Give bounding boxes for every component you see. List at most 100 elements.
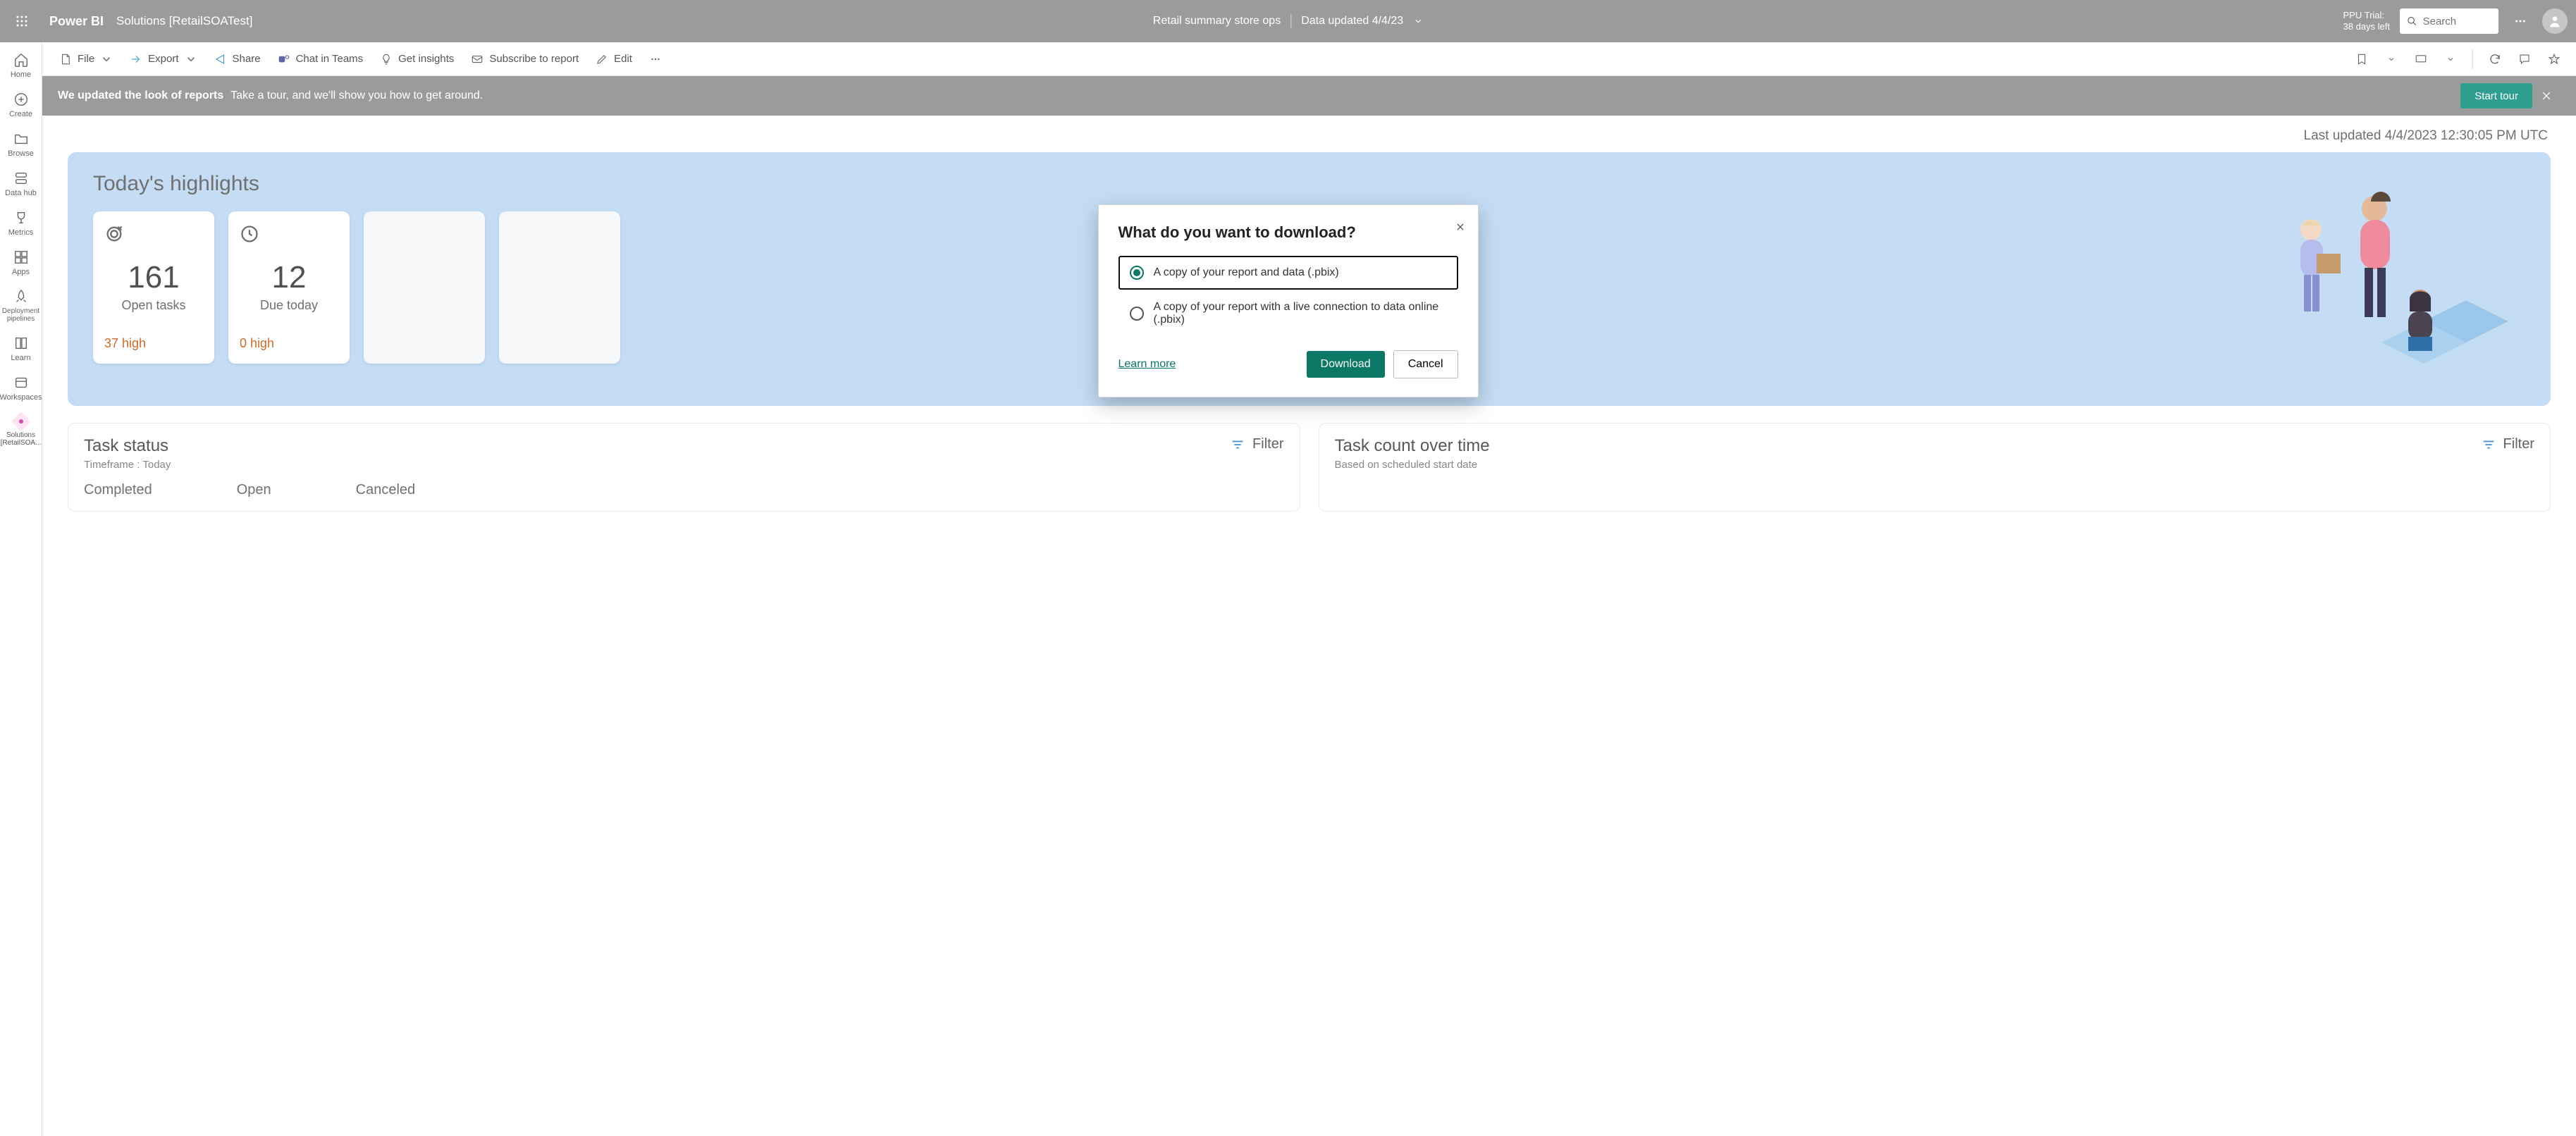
trial-status[interactable]: PPU Trial: 38 days left (2343, 10, 2391, 32)
nav-datahub[interactable]: Data hub (1, 166, 41, 203)
nav-learn[interactable]: Learn (1, 331, 41, 368)
card-placeholder (364, 211, 485, 364)
view-chevron[interactable] (2439, 47, 2463, 71)
label: File (78, 53, 94, 65)
trial-line1: PPU Trial: (2343, 10, 2391, 21)
status-col: Open (237, 482, 271, 498)
app-launcher-button[interactable] (8, 8, 35, 35)
refresh-button[interactable] (2483, 47, 2507, 71)
download-button[interactable]: Download (1307, 351, 1385, 378)
nav-apps[interactable]: Apps (1, 245, 41, 282)
trophy-icon (13, 210, 29, 226)
card-placeholder (499, 211, 620, 364)
create-icon (13, 92, 29, 107)
target-icon (104, 224, 203, 247)
modal-close-button[interactable] (1455, 222, 1465, 235)
view-button[interactable] (2409, 47, 2433, 71)
filter-button[interactable]: Filter (1230, 436, 1283, 452)
label: Export (148, 53, 178, 65)
topbar-right: PPU Trial: 38 days left (2343, 8, 2568, 34)
nav-label: Metrics (8, 228, 33, 237)
radio-label: A copy of your report and data (.pbix) (1154, 266, 1339, 279)
filter-label: Filter (2503, 436, 2534, 452)
task-status-panel: Task status Timeframe : Today Filter Com… (68, 423, 1300, 512)
status-col: Canceled (356, 482, 416, 498)
nav-browse[interactable]: Browse (1, 127, 41, 163)
learn-more-link[interactable]: Learn more (1118, 358, 1176, 371)
subscribe-button[interactable]: Subscribe to report (464, 49, 586, 70)
more-options-button[interactable] (2508, 9, 2532, 33)
tour-banner: We updated the look of reports Take a to… (42, 76, 2576, 116)
user-avatar[interactable] (2542, 8, 2568, 34)
nav-label: Learn (11, 354, 30, 362)
folder-icon (13, 131, 29, 147)
chevron-down-icon[interactable] (1413, 16, 1423, 26)
nav-label: Workspaces (0, 393, 42, 402)
nav-label: Home (11, 70, 31, 79)
workspace-breadcrumb[interactable]: Solutions [RetailSOATest] (116, 14, 252, 28)
ellipsis-icon (649, 53, 662, 66)
edit-button[interactable]: Edit (588, 49, 639, 70)
bookmark-button[interactable] (2350, 47, 2374, 71)
bookmark-chevron[interactable] (2379, 47, 2403, 71)
get-insights-button[interactable]: Get insights (373, 49, 461, 70)
lightbulb-icon (380, 53, 393, 66)
radio-option-live-connection[interactable]: A copy of your report with a live connec… (1118, 291, 1458, 336)
file-icon (59, 53, 72, 66)
separator (2472, 49, 2473, 69)
radio-icon (1130, 307, 1144, 321)
favorite-button[interactable] (2542, 47, 2566, 71)
file-menu[interactable]: File (52, 49, 120, 70)
label: Share (233, 53, 261, 65)
card-open-tasks[interactable]: 161 Open tasks 37 high (93, 211, 214, 364)
export-menu[interactable]: Export (123, 49, 204, 70)
teams-icon (278, 53, 290, 66)
data-updated-label[interactable]: Data updated 4/4/23 (1301, 15, 1403, 27)
topbar-center: Retail summary store ops Data updated 4/… (1153, 14, 1423, 28)
panel-title: Task count over time (1335, 436, 1490, 456)
panel-title: Task status (84, 436, 171, 456)
label: Get insights (398, 53, 454, 65)
nav-workspaces[interactable]: Workspaces (1, 371, 41, 407)
chat-teams-button[interactable]: Chat in Teams (271, 49, 371, 70)
nav-create[interactable]: Create (1, 87, 41, 124)
filter-label: Filter (1252, 436, 1283, 452)
export-icon (130, 53, 142, 66)
search-box[interactable] (2400, 8, 2498, 34)
share-icon (214, 53, 227, 66)
people-illustration (2226, 180, 2522, 392)
radio-option-report-and-data[interactable]: A copy of your report and data (.pbix) (1118, 256, 1458, 290)
banner-close-button[interactable] (2532, 90, 2560, 101)
nav-current-workspace[interactable]: Solutions [RetailSOA... (1, 410, 41, 452)
card-label: Due today (240, 298, 338, 313)
start-tour-button[interactable]: Start tour (2460, 83, 2532, 109)
hero-title: Today's highlights (93, 172, 2525, 196)
more-button[interactable] (642, 49, 669, 70)
comment-button[interactable] (2513, 47, 2537, 71)
workspaces-icon (13, 375, 29, 390)
datahub-icon (13, 171, 29, 186)
nav-label: Data hub (5, 189, 37, 197)
nav-metrics[interactable]: Metrics (1, 206, 41, 242)
status-col: Completed (84, 482, 152, 498)
card-label: Open tasks (104, 298, 203, 313)
card-due-today[interactable]: 12 Due today 0 high (228, 211, 350, 364)
cancel-button[interactable]: Cancel (1393, 350, 1458, 378)
chevron-down-icon (100, 53, 113, 66)
report-name-label[interactable]: Retail summary store ops (1153, 15, 1281, 27)
nav-label: Solutions [RetailSOA... (1, 431, 42, 447)
panel-subtitle: Timeframe : Today (84, 459, 171, 471)
search-input[interactable] (2423, 16, 2491, 27)
card-badge: 0 high (240, 336, 338, 351)
download-modal: What do you want to download? A copy of … (1098, 204, 1479, 397)
nav-home[interactable]: Home (1, 48, 41, 85)
label: Edit (614, 53, 632, 65)
filter-icon (2481, 437, 2496, 452)
filter-icon (1230, 437, 1245, 452)
radio-label: A copy of your report with a live connec… (1154, 301, 1447, 326)
share-button[interactable]: Share (207, 49, 268, 70)
nav-pipelines[interactable]: Deployment pipelines (1, 285, 41, 328)
filter-button[interactable]: Filter (2481, 436, 2534, 452)
status-columns: Completed Open Canceled (84, 482, 1284, 498)
pencil-icon (596, 53, 608, 66)
